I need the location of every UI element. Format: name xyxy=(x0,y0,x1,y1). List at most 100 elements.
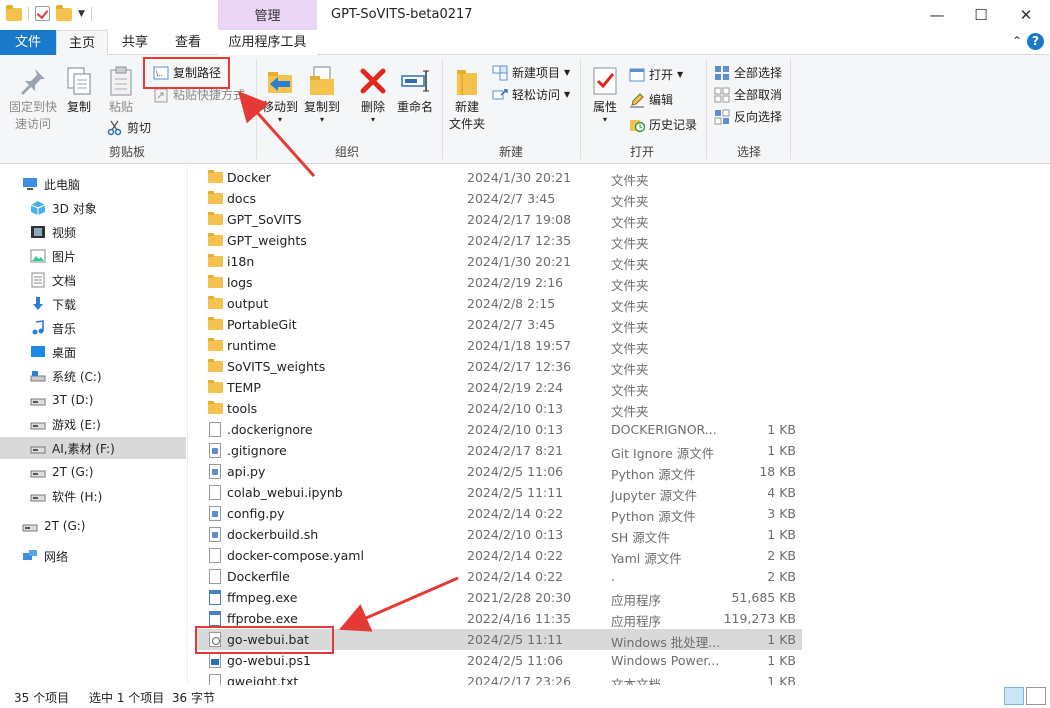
pc-icon xyxy=(22,176,38,192)
select-all-button[interactable]: 全部选择 xyxy=(714,64,782,81)
open-icon xyxy=(629,67,645,83)
properties-icon[interactable] xyxy=(35,6,50,21)
maximize-button[interactable]: ☐ xyxy=(958,4,1004,26)
large-icons-view-icon[interactable] xyxy=(1026,687,1046,705)
file-row[interactable]: GPT_weights 2024/2/17 12:35 文件夹 xyxy=(196,230,802,251)
copy-to-button[interactable]: 复制到 ▾ xyxy=(302,65,342,124)
file-row[interactable]: SoVITS_weights 2024/2/17 12:36 文件夹 xyxy=(196,356,802,377)
properties-button[interactable]: 属性 ▾ xyxy=(586,65,624,124)
file-date: 2024/2/19 2:16 xyxy=(467,275,564,290)
rename-button[interactable]: 重命名 xyxy=(394,65,436,116)
file-row[interactable]: PortableGit 2024/2/7 3:45 文件夹 xyxy=(196,314,802,335)
close-button[interactable]: ✕ xyxy=(1003,4,1049,26)
nav-item[interactable]: 2T (G:) xyxy=(0,515,186,537)
group-separator xyxy=(580,59,581,159)
file-row[interactable]: TEMP 2024/2/19 2:24 文件夹 xyxy=(196,377,802,398)
file-row[interactable]: tools 2024/2/10 0:13 文件夹 xyxy=(196,398,802,419)
file-icon xyxy=(208,674,223,685)
paste-button[interactable]: 粘贴 xyxy=(102,65,140,116)
file-row[interactable]: Dockerfile 2024/2/14 0:22. 2 KB xyxy=(196,566,802,587)
file-date: 2024/2/10 0:13 xyxy=(467,401,564,416)
pin-label-2: 速访问 xyxy=(14,117,51,131)
file-name: docs xyxy=(227,191,256,206)
tab-app-tools[interactable]: 应用程序工具 xyxy=(218,30,317,55)
tab-share[interactable]: 共享 xyxy=(110,30,160,55)
nav-item[interactable]: 文档 xyxy=(0,269,186,291)
delete-button[interactable]: 删除 ▾ xyxy=(354,65,392,124)
ribbon-expand-icon[interactable]: ⌃ xyxy=(1012,34,1022,48)
file-row[interactable]: runtime 2024/1/18 19:57 文件夹 xyxy=(196,335,802,356)
qat-dropdown-icon[interactable]: ▼ xyxy=(78,9,85,19)
file-row[interactable]: colab_webui.ipynb 2024/2/5 11:11 Jupyter 源… xyxy=(196,482,802,503)
select-none-button[interactable]: 全部取消 xyxy=(714,86,782,103)
file-row[interactable]: gweight.txt 2024/2/17 23:26 文本文档 1 KB xyxy=(196,671,802,685)
tab-manage[interactable]: 管理 xyxy=(218,0,317,33)
cut-button[interactable]: 剪切 xyxy=(107,119,151,136)
move-to-button[interactable]: 移动到 ▾ xyxy=(260,65,300,124)
file-row[interactable]: Docker 2024/1/30 20:21 文件夹 xyxy=(196,167,802,188)
file-name: Docker xyxy=(227,170,271,185)
file-row[interactable]: ffmpeg.exe 2021/2/28 20:30 应用程序 51,685 KB xyxy=(196,587,802,608)
nav-item[interactable]: AI,素材 (F:) xyxy=(0,437,186,459)
nav-item[interactable]: 下载 xyxy=(0,293,186,315)
help-icon[interactable]: ? xyxy=(1027,33,1044,50)
paste-label: 粘贴 xyxy=(108,100,133,114)
file-row[interactable]: .gitignore 2024/2/17 8:21 Git Ignore 源文件 1 … xyxy=(196,440,802,461)
nav-item[interactable]: 3D 对象 xyxy=(0,197,186,219)
file-row[interactable]: docker-compose.yaml 2024/2/14 0:22 Yaml 源文… xyxy=(196,545,802,566)
nav-item[interactable]: 视频 xyxy=(0,221,186,243)
nav-item[interactable]: 3T (D:) xyxy=(0,389,186,411)
file-row[interactable]: config.py 2024/2/14 0:22 Python 源文件 3 KB xyxy=(196,503,802,524)
details-view-icon[interactable] xyxy=(1004,687,1024,705)
download-icon xyxy=(30,296,46,312)
pin-label-1: 固定到快 xyxy=(8,100,57,114)
copy-to-dropdown-icon: ▾ xyxy=(319,115,324,124)
tab-view[interactable]: 查看 xyxy=(162,30,214,55)
nav-item[interactable]: 此电脑 xyxy=(0,173,186,195)
new-folder-icon[interactable] xyxy=(56,5,72,21)
file-row[interactable]: docs 2024/2/7 3:45 文件夹 xyxy=(196,188,802,209)
new-folder-button[interactable]: 新建 文件夹 xyxy=(446,65,488,133)
folder-icon[interactable] xyxy=(6,5,22,21)
history-button[interactable]: 历史记录 xyxy=(629,116,697,133)
nav-item[interactable]: 图片 xyxy=(0,245,186,267)
file-row[interactable]: i18n 2024/1/30 20:21 文件夹 xyxy=(196,251,802,272)
file-size: 4 KB xyxy=(767,485,796,500)
invert-selection-button[interactable]: 反向选择 xyxy=(714,108,782,125)
nav-item[interactable]: 软件 (H:) xyxy=(0,485,186,507)
edit-button[interactable]: 编辑 xyxy=(629,91,673,108)
file-row[interactable]: .dockerignore 2024/2/10 0:13 DOCKERIGNOR..… xyxy=(196,419,802,440)
nav-item[interactable]: 桌面 xyxy=(0,341,186,363)
nav-item-label: 2T (G:) xyxy=(52,465,94,479)
nav-item[interactable]: 系统 (C:) xyxy=(0,365,186,387)
file-name: GPT_SoVITS xyxy=(227,212,302,227)
file-row[interactable]: logs 2024/2/19 2:16 文件夹 xyxy=(196,272,802,293)
file-type: 文本文档 xyxy=(611,677,662,685)
nav-item[interactable]: 音乐 xyxy=(0,317,186,339)
nav-item-label: AI,素材 (F:) xyxy=(52,441,115,456)
file-row[interactable]: api.py 2024/2/5 11:06 Python 源文件 18 KB xyxy=(196,461,802,482)
copy-button[interactable]: 复制 xyxy=(60,65,98,116)
easy-access-button[interactable]: 轻松访问 ▼ xyxy=(492,86,570,103)
pin-icon xyxy=(17,65,49,97)
file-name: go-webui.ps1 xyxy=(227,653,311,668)
nav-item[interactable]: 2T (G:) xyxy=(0,461,186,483)
file-date: 2024/2/14 0:22 xyxy=(467,506,564,521)
minimize-button[interactable]: — xyxy=(914,4,960,26)
file-date: 2022/4/16 11:35 xyxy=(467,611,572,626)
file-row[interactable]: output 2024/2/8 2:15 文件夹 xyxy=(196,293,802,314)
nav-item[interactable]: 网络 xyxy=(0,545,186,567)
nav-item-label: 文档 xyxy=(52,273,77,288)
status-bar: 35 个项目 选中 1 个项目 36 字节 xyxy=(0,685,1050,708)
file-row[interactable]: GPT_SoVITS 2024/2/17 19:08 文件夹 xyxy=(196,209,802,230)
file-size: 18 KB xyxy=(759,464,796,479)
pin-quick-access-button[interactable]: 固定到快 速访问 xyxy=(6,65,60,133)
open-button[interactable]: 打开 ▼ xyxy=(629,66,683,83)
nav-item[interactable]: 游戏 (E:) xyxy=(0,413,186,435)
tab-file[interactable]: 文件 xyxy=(0,30,56,55)
nav-item-label: 音乐 xyxy=(52,321,77,336)
tab-home[interactable]: 主页 xyxy=(56,30,108,56)
file-row[interactable]: dockerbuild.sh 2024/2/10 0:13 SH 源文件 1 KB xyxy=(196,524,802,545)
file-date: 2024/2/8 2:15 xyxy=(467,296,556,311)
new-item-button[interactable]: 新建项目 ▼ xyxy=(492,64,570,81)
